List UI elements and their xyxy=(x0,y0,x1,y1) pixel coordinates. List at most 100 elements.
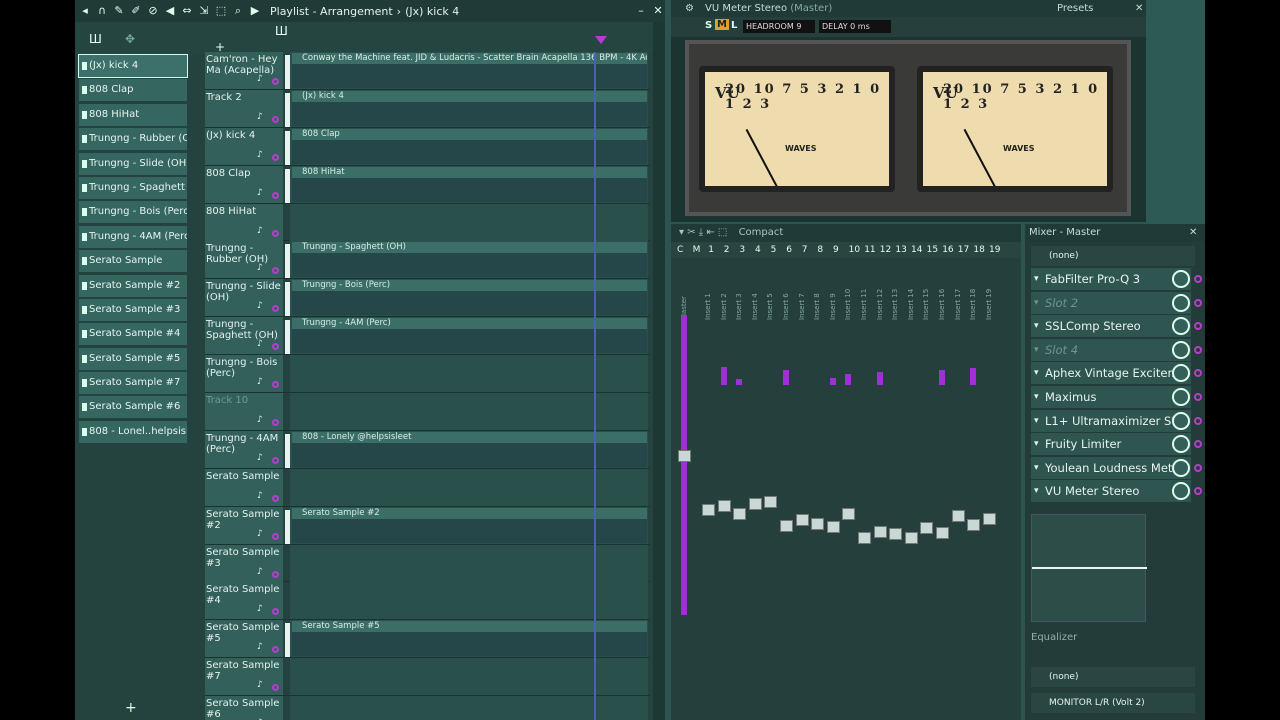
volume-fader[interactable] xyxy=(748,498,762,511)
mixer-channel[interactable]: Insert 12 xyxy=(873,260,888,715)
slot-enable-toggle[interactable] xyxy=(1194,275,1202,283)
note-icon[interactable]: ♪ xyxy=(257,226,263,236)
select-icon[interactable]: ⬚ xyxy=(214,4,228,18)
track-name[interactable]: 808 Clap xyxy=(205,165,283,203)
picker-icon[interactable]: Ш xyxy=(89,32,102,46)
note-icon[interactable]: ♪ xyxy=(257,680,263,690)
picker-item[interactable]: 808 Clap xyxy=(79,79,187,102)
track-enable-toggle[interactable] xyxy=(272,115,279,123)
effect-slot[interactable]: Fruity Limiter xyxy=(1031,433,1191,456)
volume-fader[interactable] xyxy=(811,517,825,530)
volume-fader[interactable] xyxy=(982,512,996,525)
track-enable-toggle[interactable] xyxy=(272,456,279,464)
picker-item[interactable]: 808 HiHat xyxy=(79,103,187,126)
note-icon[interactable]: ♪ xyxy=(257,150,263,160)
move-icon[interactable]: ✥ xyxy=(125,32,135,46)
slot-enable-toggle[interactable] xyxy=(1194,369,1202,378)
track-select-marker[interactable] xyxy=(285,168,290,203)
track-enable-toggle[interactable] xyxy=(272,191,279,199)
track-select-marker[interactable] xyxy=(285,55,290,89)
slot-enable-toggle[interactable] xyxy=(1194,487,1202,496)
track-name[interactable]: (Jx) kick 4 xyxy=(205,127,283,165)
delete-icon[interactable]: ⊘ xyxy=(146,4,160,18)
track-name[interactable]: Serato Sample #4 xyxy=(205,582,283,620)
slot-enable-toggle[interactable] xyxy=(1194,416,1202,425)
track-name[interactable]: Track 10 xyxy=(205,393,283,431)
volume-fader[interactable] xyxy=(733,508,747,520)
picker-item[interactable]: Trungng - Slide (OH) xyxy=(79,152,187,175)
track-name[interactable]: Serato Sample #2 xyxy=(205,506,283,544)
mix-knob[interactable] xyxy=(1172,270,1190,288)
picker-item[interactable]: Serato Sample #5 xyxy=(79,347,187,370)
link-toggle[interactable]: L xyxy=(731,20,737,31)
slice-icon[interactable]: ⇲ xyxy=(197,4,211,18)
mix-knob[interactable] xyxy=(1172,293,1190,312)
headroom-field[interactable]: HEADROOM 9 xyxy=(743,20,815,33)
picker-item[interactable]: (Jx) kick 4 xyxy=(78,54,188,78)
magnet-icon[interactable]: ∩ xyxy=(95,4,109,18)
picker-item[interactable]: Serato Sample xyxy=(79,250,187,273)
pattern-selector[interactable]: (Jx) kick 4 xyxy=(405,5,459,18)
track-enable-toggle[interactable] xyxy=(272,78,279,85)
mixer-channel[interactable]: Insert 1 xyxy=(701,260,716,715)
effect-slot[interactable]: SSLComp Stereo xyxy=(1031,315,1191,338)
picker-item[interactable]: Trungng - Spaghett (OH xyxy=(79,176,187,199)
mono-toggle[interactable]: M xyxy=(715,19,729,30)
mix-knob[interactable] xyxy=(1172,435,1190,454)
mixer-channel[interactable]: Insert 8 xyxy=(810,260,825,715)
mixer-channel[interactable]: Insert 16 xyxy=(935,260,950,715)
volume-fader[interactable] xyxy=(920,522,934,535)
track-select-marker[interactable] xyxy=(285,282,290,317)
track-name[interactable]: Trungng - Rubber (OH) xyxy=(205,241,283,279)
output-selector[interactable]: MONITOR L/R (Volt 2) xyxy=(1031,693,1195,713)
note-icon[interactable]: ♪ xyxy=(257,112,263,122)
track-enable-toggle[interactable] xyxy=(272,570,279,578)
note-icon[interactable]: ♪ xyxy=(257,642,263,652)
pencil-icon[interactable]: ✎ xyxy=(112,4,126,18)
note-icon[interactable]: ♪ xyxy=(257,301,263,311)
output-none-selector[interactable]: (none) xyxy=(1031,667,1195,687)
menu-icon[interactable]: ◂ xyxy=(78,4,92,18)
picker-item[interactable]: Trungng - Rubber (OH) xyxy=(79,128,187,151)
mixer-channel[interactable]: Insert 14 xyxy=(904,260,919,715)
picker-item[interactable]: Serato Sample #6 xyxy=(79,396,187,419)
mixer-channel[interactable]: Insert 9 xyxy=(826,260,841,715)
track-enable-toggle[interactable] xyxy=(272,229,279,237)
track-enable-toggle[interactable] xyxy=(272,494,279,502)
mixer-channel[interactable]: Insert 15 xyxy=(919,260,934,715)
volume-fader[interactable] xyxy=(678,450,691,462)
track-select-marker[interactable] xyxy=(285,509,290,544)
track-name[interactable]: Trungng - Spaghett (OH) xyxy=(205,317,283,355)
note-icon[interactable]: ♪ xyxy=(257,529,263,539)
gear-icon[interactable]: ⚙ xyxy=(685,0,694,17)
mix-knob[interactable] xyxy=(1172,482,1190,501)
volume-fader[interactable] xyxy=(717,500,731,512)
volume-fader[interactable] xyxy=(780,520,793,532)
volume-fader[interactable] xyxy=(873,525,887,538)
mute-icon[interactable]: ◀ xyxy=(163,4,177,18)
minimize-icon[interactable]: – xyxy=(634,4,648,18)
note-icon[interactable]: ♪ xyxy=(257,415,263,425)
volume-fader[interactable] xyxy=(702,504,715,516)
track-enable-toggle[interactable] xyxy=(272,532,279,540)
solo-toggle[interactable]: S xyxy=(705,20,712,31)
volume-fader[interactable] xyxy=(936,527,949,540)
volume-fader[interactable] xyxy=(951,509,965,522)
mixer-channel[interactable]: Insert 7 xyxy=(795,260,810,715)
note-icon[interactable]: ♪ xyxy=(257,339,263,349)
playback-icon[interactable]: ▶ xyxy=(248,4,262,18)
mixer-channel[interactable]: Insert 6 xyxy=(779,260,794,715)
slot-enable-toggle[interactable] xyxy=(1194,463,1202,472)
mixer-channel[interactable]: Insert 13 xyxy=(888,260,903,715)
track-name[interactable]: Serato Sample #3 xyxy=(205,544,283,582)
track-name[interactable]: Trungng - 4AM (Perc) xyxy=(205,430,283,468)
picker-item[interactable]: Serato Sample #7 xyxy=(79,372,187,395)
track-name[interactable]: Cam'ron - Hey Ma (Acapella) xyxy=(205,52,283,89)
note-icon[interactable]: ♪ xyxy=(257,74,263,84)
track-name[interactable]: Serato Sample #5 xyxy=(205,620,283,658)
picker-item[interactable]: 808 - Lonel..helpsisleet xyxy=(79,420,187,443)
effect-slot[interactable]: L1+ Ultramaximizer Ste.. xyxy=(1031,409,1191,432)
volume-fader[interactable] xyxy=(764,496,778,508)
track-name[interactable]: Serato Sample #7 xyxy=(205,658,283,696)
track-name[interactable]: Serato Sample xyxy=(205,468,283,506)
